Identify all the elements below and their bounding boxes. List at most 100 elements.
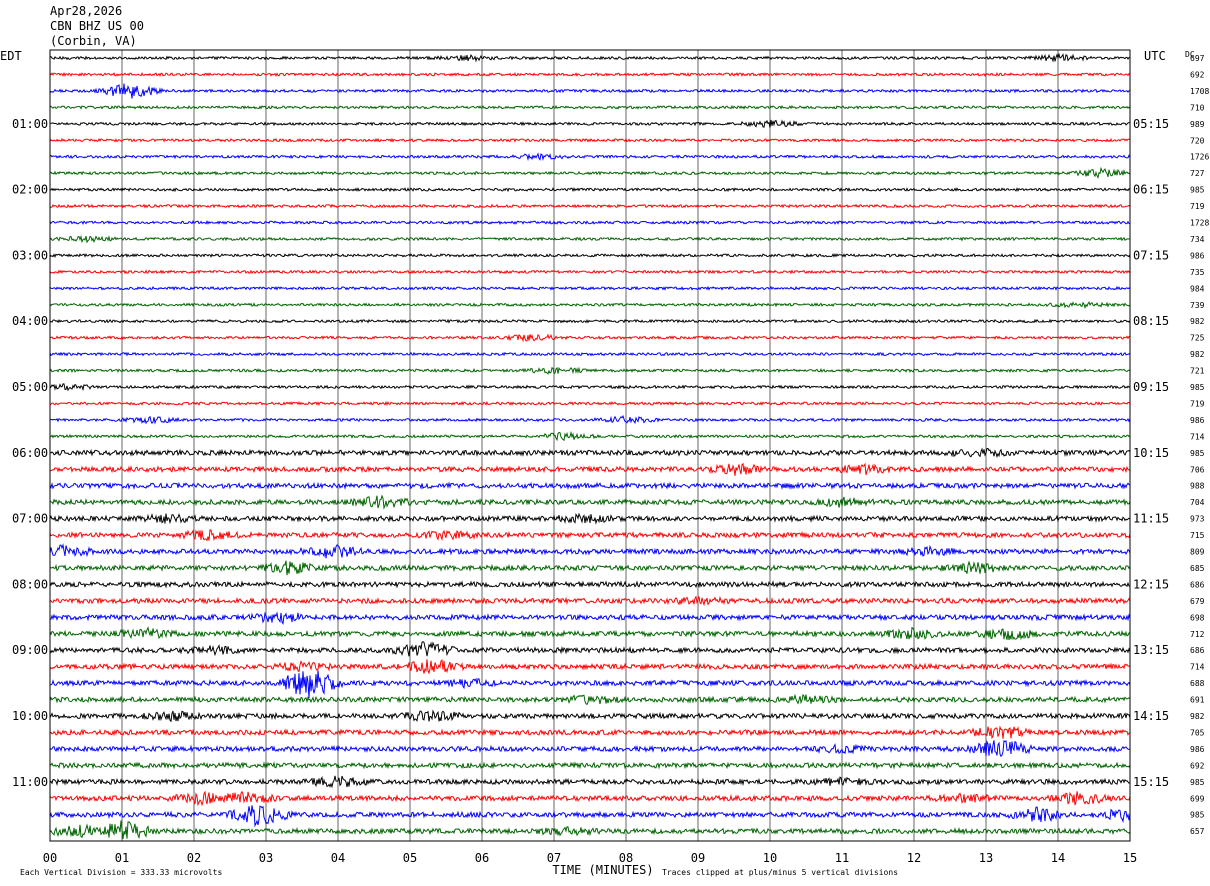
edt-hour-label: 03:00 [12, 248, 48, 262]
x-tick-label: 13 [979, 851, 993, 865]
scale-note: Each Vertical Division = 333.33 microvol… [20, 868, 222, 877]
dc-offset-value: 1726 [1190, 153, 1209, 162]
dc-offset-value: 657 [1190, 827, 1205, 836]
seismic-trace [49, 104, 1131, 110]
seismic-trace [49, 83, 1131, 99]
seismic-trace [49, 52, 1131, 63]
dc-offset-value: 973 [1190, 515, 1205, 524]
dc-offset-value: 714 [1190, 663, 1205, 672]
dc-offset-value: 688 [1190, 679, 1205, 688]
seismic-trace [49, 234, 1131, 244]
seismic-trace [49, 543, 1131, 559]
edt-hour-label: 07:00 [12, 512, 48, 526]
dc-offset-value: 714 [1190, 432, 1205, 441]
seismic-trace [49, 775, 1131, 789]
dc-offset-value: 734 [1190, 235, 1205, 244]
edt-axis-label: EDT [0, 49, 22, 63]
x-tick-label: 10 [763, 851, 777, 865]
seismic-trace [49, 351, 1131, 357]
seismic-trace [49, 481, 1131, 490]
dc-offset-value: 706 [1190, 465, 1205, 474]
edt-hour-label: 04:00 [12, 314, 48, 328]
x-tick-label: 15 [1123, 851, 1137, 865]
dc-offset-value: 809 [1190, 548, 1205, 557]
utc-axis-label: UTC [1144, 49, 1166, 63]
header-station: CBN BHZ US 00 [50, 19, 144, 33]
dc-offset-value: 985 [1190, 811, 1205, 820]
edt-hour-label: 06:00 [12, 446, 48, 460]
dc-offset-value: 982 [1190, 317, 1205, 326]
seismic-trace [49, 447, 1131, 459]
x-tick-label: 11 [835, 851, 849, 865]
seismic-trace [50, 670, 1131, 699]
clip-note: Traces clipped at plus/minus 5 vertical … [662, 868, 898, 877]
x-axis-title: TIME (MINUTES) [552, 863, 653, 877]
dc-offset-value: 699 [1190, 794, 1205, 803]
seismic-trace [49, 137, 1131, 143]
dc-offset-value: 692 [1190, 70, 1205, 79]
dc-offset-value: 715 [1190, 531, 1205, 540]
seismic-trace [49, 366, 1131, 375]
dc-offset-value: 739 [1190, 301, 1205, 310]
utc-hour-label: 14:15 [1133, 709, 1169, 723]
plot-frame [49, 49, 1131, 842]
x-tick-label: 04 [331, 851, 345, 865]
seismic-trace [49, 640, 1131, 657]
seismic-trace [49, 400, 1131, 406]
dc-offset-value: 686 [1190, 580, 1205, 589]
edt-hour-label: 11:00 [12, 775, 48, 789]
dc-offset-value: 985 [1190, 383, 1205, 392]
dc-offset-value: 986 [1190, 416, 1205, 425]
utc-hour-label: 11:15 [1133, 512, 1169, 526]
seismic-trace [49, 560, 1131, 576]
dc-offset-value: 720 [1190, 136, 1205, 145]
dc-offset-value: 712 [1190, 630, 1205, 639]
x-tick-label: 12 [907, 851, 921, 865]
dc-offset-value: 686 [1190, 646, 1205, 655]
dc-offset-value: 685 [1190, 564, 1205, 573]
dc-offset-value: 721 [1190, 367, 1205, 376]
header-date: Apr28,2026 [50, 4, 123, 18]
dc-offset-value: 697 [1190, 54, 1205, 63]
dc-offset-value: 704 [1190, 498, 1205, 507]
edt-hour-label: 01:00 [12, 117, 48, 131]
seismic-trace [49, 220, 1131, 226]
seismic-trace [49, 318, 1131, 324]
seismogram-plot: EDT UTC DC01:0002:0003:0004:0005:0006:0007… [0, 49, 1209, 877]
seismic-trace [49, 285, 1131, 291]
seismic-trace [49, 659, 1131, 675]
seismic-trace [49, 494, 1131, 510]
seismic-trace [49, 626, 1131, 641]
seismic-trace [49, 203, 1131, 209]
x-tick-label: 00 [43, 851, 57, 865]
header-location: (Corbin, VA) [50, 34, 137, 48]
dc-offset-value: 1728 [1190, 219, 1209, 228]
seismic-trace [49, 805, 1131, 828]
utc-hour-label: 15:15 [1133, 775, 1169, 789]
seismic-trace [49, 119, 1130, 128]
dc-offset-value: 985 [1190, 186, 1205, 195]
seismic-trace [49, 333, 1131, 343]
dc-offset-value: 986 [1190, 251, 1205, 260]
seismic-trace [49, 430, 1131, 442]
dc-offset-value: 989 [1190, 120, 1205, 129]
x-tick-label: 06 [475, 851, 489, 865]
seismic-trace [49, 595, 1131, 607]
seismic-trace [49, 512, 1131, 525]
dc-offset-value: 727 [1190, 169, 1205, 178]
dc-offset-value: 984 [1190, 284, 1205, 293]
dc-offset-value: 719 [1190, 202, 1205, 211]
x-tick-label: 03 [259, 851, 273, 865]
trace-group [49, 52, 1131, 840]
seismic-trace [49, 580, 1131, 589]
dc-offset-value: 988 [1190, 482, 1205, 491]
seismic-trace [49, 269, 1131, 275]
edt-hour-label: 05:00 [12, 380, 48, 394]
utc-hour-label: 10:15 [1133, 446, 1169, 460]
dc-offset-value: 691 [1190, 696, 1205, 705]
seismic-trace [49, 462, 1131, 476]
edt-hour-label: 09:00 [12, 643, 48, 657]
utc-hour-label: 09:15 [1133, 380, 1169, 394]
dc-offset-value: 705 [1190, 728, 1205, 737]
seismic-trace [49, 152, 1131, 162]
